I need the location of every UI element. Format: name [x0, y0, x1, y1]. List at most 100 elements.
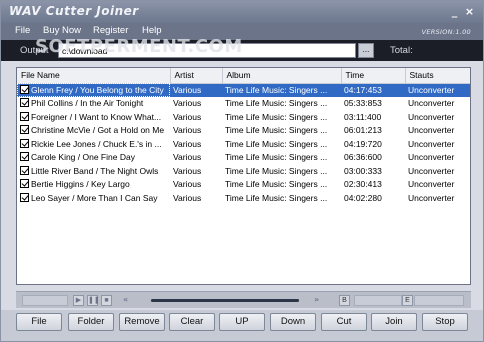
- close-button[interactable]: ×: [463, 5, 476, 18]
- album-cell: Time Life Music: Singers ...: [225, 98, 328, 109]
- table-row[interactable]: Rickie Lee Jones / Chuck E.'s in ... Var…: [17, 137, 470, 151]
- menu-buy-now[interactable]: Buy Now: [43, 25, 81, 36]
- file-name-cell: Carole King / One Fine Day: [17, 151, 170, 165]
- time-cell: 05:33:853: [344, 98, 382, 109]
- file-name-cell: Christine McVie / Got a Hold on Me: [17, 124, 170, 138]
- row-checkbox[interactable]: [20, 85, 29, 94]
- file-name-cell: Little River Band / The Night Owls: [17, 164, 170, 178]
- file-name: Bertie Higgins / Key Largo: [31, 179, 130, 190]
- table-row[interactable]: Christine McVie / Got a Hold on Me Vario…: [17, 124, 470, 138]
- artist-cell: Various: [173, 165, 202, 176]
- title-bar[interactable]: WAV Cutter Joiner _ ×: [1, 1, 483, 23]
- list-header: File Name Artist Album Time Stauts: [17, 68, 470, 84]
- album-cell: Time Life Music: Singers ...: [225, 192, 328, 203]
- total-label: Total:: [390, 45, 413, 56]
- time-cell: 04:19:720: [344, 138, 382, 149]
- row-checkbox[interactable]: [20, 179, 29, 189]
- artist-cell: Various: [173, 192, 202, 203]
- table-row[interactable]: Leo Sayer / More Than I Can Say Various …: [17, 191, 470, 205]
- clear-button[interactable]: Clear: [169, 313, 215, 331]
- button-bar: File Folder Remove Clear UP Down Cut Joi…: [1, 310, 483, 341]
- row-checkbox[interactable]: [20, 125, 29, 135]
- file-name: Christine McVie / Got a Hold on Me: [31, 125, 165, 136]
- pause-icon[interactable]: ❚❚: [87, 295, 100, 306]
- album-cell: Time Life Music: Singers ...: [225, 125, 328, 136]
- status-cell: Unconverter: [408, 111, 455, 122]
- move-up-button[interactable]: UP: [219, 313, 265, 331]
- add-folder-button[interactable]: Folder: [68, 313, 114, 331]
- file-name: Phil Collins / In the Air Tonight: [31, 98, 144, 109]
- app-window: WAV Cutter Joiner _ × File Buy Now Regis…: [0, 0, 484, 342]
- seek-slider[interactable]: [151, 299, 299, 302]
- album-cell: Time Life Music: Singers ...: [225, 152, 328, 163]
- col-header-status[interactable]: Stauts: [405, 68, 470, 84]
- join-button[interactable]: Join: [371, 313, 417, 331]
- stop-icon[interactable]: ■: [101, 295, 112, 306]
- artist-cell: Various: [173, 125, 202, 136]
- end-marker-button[interactable]: E: [402, 295, 413, 306]
- file-name: Little River Band / The Night Owls: [31, 165, 159, 176]
- file-name-cell: Glenn Frey / You Belong to the City: [17, 83, 170, 97]
- cut-button[interactable]: Cut: [321, 313, 367, 331]
- album-cell: Time Life Music: Singers ...: [222, 83, 341, 97]
- file-name: Foreigner / I Want to Know What...: [31, 111, 162, 122]
- album-cell: Time Life Music: Singers ...: [225, 179, 328, 190]
- col-header-file-name[interactable]: File Name: [17, 68, 171, 84]
- artist-cell: Various: [173, 152, 202, 163]
- minimize-button[interactable]: _: [448, 5, 461, 18]
- file-name-cell: Phil Collins / In the Air Tonight: [17, 97, 170, 111]
- remove-button[interactable]: Remove: [119, 313, 165, 331]
- row-checkbox[interactable]: [20, 111, 29, 121]
- file-name-cell: Leo Sayer / More Than I Can Say: [17, 191, 170, 205]
- row-checkbox[interactable]: [20, 152, 29, 162]
- version-label: VERSION:1.00: [421, 28, 471, 36]
- file-list[interactable]: File Name Artist Album Time Stauts Glenn…: [16, 67, 471, 285]
- row-checkbox[interactable]: [20, 98, 29, 108]
- move-down-button[interactable]: Down: [270, 313, 316, 331]
- table-row[interactable]: Little River Band / The Night Owls Vario…: [17, 164, 470, 178]
- begin-marker-button[interactable]: B: [339, 295, 350, 306]
- browse-button[interactable]: ...: [358, 43, 374, 58]
- row-checkbox[interactable]: [20, 192, 29, 202]
- artist-cell: Various: [170, 83, 222, 97]
- col-header-artist[interactable]: Artist: [170, 68, 223, 84]
- time-cell: 03:00:333: [344, 165, 382, 176]
- watermark: SOFTPERMENT.COM: [35, 36, 243, 57]
- menu-register[interactable]: Register: [93, 25, 128, 36]
- time-cell: 06:36:600: [344, 152, 382, 163]
- seek-slider-fill: [151, 299, 299, 302]
- play-icon[interactable]: ▶: [73, 295, 84, 306]
- table-row[interactable]: Carole King / One Fine Day Various Time …: [17, 151, 470, 165]
- table-row[interactable]: Glenn Frey / You Belong to the City Vari…: [17, 83, 470, 97]
- row-checkbox[interactable]: [20, 165, 29, 175]
- file-name-cell: Bertie Higgins / Key Largo: [17, 178, 170, 192]
- album-cell: Time Life Music: Singers ...: [225, 111, 328, 122]
- status-cell: Unconverter: [405, 83, 470, 97]
- table-row[interactable]: Foreigner / I Want to Know What... Vario…: [17, 110, 470, 124]
- time-cell: 03:11:400: [344, 111, 382, 122]
- table-row[interactable]: Bertie Higgins / Key Largo Various Time …: [17, 178, 470, 192]
- status-cell: Unconverter: [408, 152, 455, 163]
- status-cell: Unconverter: [408, 165, 455, 176]
- rewind-icon[interactable]: «: [123, 295, 128, 304]
- forward-icon[interactable]: »: [314, 295, 319, 304]
- col-header-time[interactable]: Time: [341, 68, 406, 84]
- time-cell: 02:30:413: [344, 179, 382, 190]
- status-cell: Unconverter: [408, 138, 455, 149]
- artist-cell: Various: [173, 138, 202, 149]
- status-cell: Unconverter: [408, 98, 455, 109]
- col-header-album[interactable]: Album: [222, 68, 342, 84]
- row-checkbox[interactable]: [20, 138, 29, 148]
- file-name-cell: Foreigner / I Want to Know What...: [17, 110, 170, 124]
- transport-bar: ▶ ❚❚ ■ « » B E: [16, 291, 471, 308]
- menu-file[interactable]: File: [15, 25, 30, 36]
- add-file-button[interactable]: File: [16, 313, 62, 331]
- artist-cell: Various: [173, 111, 202, 122]
- file-name: Carole King / One Fine Day: [31, 152, 135, 163]
- stop-button[interactable]: Stop: [422, 313, 468, 331]
- table-row[interactable]: Phil Collins / In the Air Tonight Variou…: [17, 97, 470, 111]
- artist-cell: Various: [173, 179, 202, 190]
- app-title: WAV Cutter Joiner: [9, 4, 139, 18]
- menu-help[interactable]: Help: [142, 25, 162, 36]
- file-name: Glenn Frey / You Belong to the City: [31, 85, 164, 95]
